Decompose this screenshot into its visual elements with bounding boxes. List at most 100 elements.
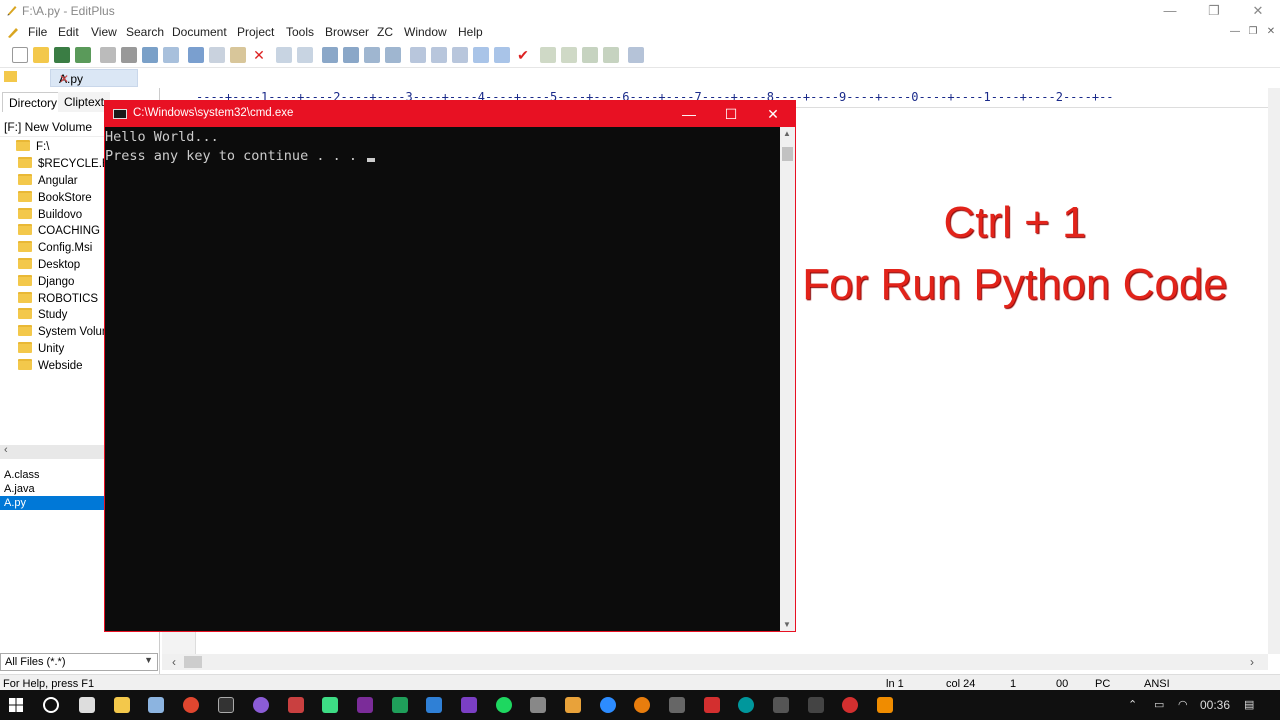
app-icon[interactable] [253,697,269,713]
mdi-minimize-icon[interactable]: — [1228,25,1242,39]
tree-folder[interactable]: Webside [18,359,83,375]
replace-icon[interactable] [343,47,359,63]
pycharm-icon[interactable] [392,697,408,713]
search-icon[interactable] [43,697,59,713]
output-window-icon[interactable] [561,47,577,63]
tree-folder[interactable]: Buildovo [18,208,82,224]
directory-scrollbar[interactable]: ‹ [0,444,104,459]
tree-folder[interactable]: Angular [18,174,78,190]
database-icon[interactable] [530,697,546,713]
scroll-thumb[interactable] [782,147,793,161]
windows-start-icon[interactable] [8,697,24,713]
tree-folder[interactable]: Study [18,308,67,324]
menu-help[interactable]: Help [458,25,483,39]
file-list-item[interactable]: A.class [0,468,104,482]
unity-icon[interactable] [669,697,685,713]
spotify-icon[interactable] [496,697,512,713]
word-wrap-icon[interactable] [452,47,468,63]
file-list-item[interactable]: A.java [0,482,104,496]
scroll-left-icon[interactable]: ‹ [172,655,176,669]
scroll-left-icon[interactable]: ‹ [4,444,8,456]
chevron-up-icon[interactable]: ⌃ [1128,698,1137,711]
battery-icon[interactable]: ▭ [1154,698,1164,711]
wifi-icon[interactable]: ◠ [1178,698,1188,711]
mail-icon[interactable] [79,697,95,713]
menu-document[interactable]: Document [172,25,227,39]
menu-search[interactable]: Search [126,25,164,39]
visual-studio-icon[interactable] [461,697,477,713]
cmd-minimize-button[interactable]: — [667,101,711,127]
file-list-item-selected[interactable]: A.py [0,496,104,510]
new-file-icon[interactable] [12,47,28,63]
clock[interactable]: 00:36 [1200,698,1230,712]
cmd-close-button[interactable]: ✕ [751,101,795,127]
copy-icon[interactable] [209,47,225,63]
paste-icon[interactable] [230,47,246,63]
cmd-maximize-button[interactable]: ☐ [709,101,753,127]
print-icon[interactable] [121,47,137,63]
undo-icon[interactable] [276,47,292,63]
tool-icon[interactable] [773,697,789,713]
cmd-scrollbar[interactable]: ▲ ▼ [780,127,795,631]
tab-a-py[interactable]: A.py ✕ [50,69,138,87]
mdi-close-icon[interactable]: ✕ [1264,25,1278,39]
tree-folder[interactable]: ROBOTICS [18,292,98,308]
browser-icon[interactable] [163,47,179,63]
cut-icon[interactable] [188,47,204,63]
tree-folder[interactable]: Desktop [18,258,80,274]
cmd-taskbar-icon[interactable] [218,697,234,713]
scroll-right-icon[interactable]: › [1250,655,1254,669]
fullscreen-icon[interactable] [603,47,619,63]
find-in-files-icon[interactable] [364,47,380,63]
editor-horizontal-scrollbar[interactable]: ‹ › [162,654,1268,670]
menu-project[interactable]: Project [237,25,274,39]
tree-root[interactable]: F:\ [16,140,49,156]
menu-browser[interactable]: Browser [325,25,369,39]
sublime-icon[interactable] [565,697,581,713]
tree-folder[interactable]: System Volume [18,325,118,341]
android-studio-icon[interactable] [322,697,338,713]
menu-zc[interactable]: ZC [377,25,393,39]
restore-button[interactable]: ❐ [1192,0,1236,22]
menu-file[interactable]: File [28,25,47,39]
file-explorer-icon[interactable] [114,697,130,713]
directory-window-icon[interactable] [540,47,556,63]
redo-icon[interactable] [297,47,313,63]
line-number-icon[interactable] [473,47,489,63]
hex-view-icon[interactable] [431,47,447,63]
tab-cliptext[interactable]: Cliptext [58,92,111,112]
scroll-up-icon[interactable]: ▲ [783,129,791,138]
teamviewer-icon[interactable] [600,697,616,713]
record-icon[interactable] [842,697,858,713]
tree-folder[interactable]: Unity [18,342,64,358]
ruler-icon[interactable] [494,47,510,63]
scroll-thumb[interactable] [184,656,202,668]
notepad-icon[interactable] [148,697,164,713]
editor-vertical-scrollbar[interactable] [1268,88,1280,654]
help-icon[interactable] [628,47,644,63]
cliptext-icon[interactable] [582,47,598,63]
goto-line-icon[interactable] [385,47,401,63]
tree-folder[interactable]: BookStore [18,191,92,207]
arduino-icon[interactable] [738,697,754,713]
mdi-restore-icon[interactable]: ❐ [1246,25,1260,39]
save-icon[interactable] [54,47,70,63]
vlc-icon[interactable] [877,697,893,713]
tree-folder[interactable]: Config.Msi [18,241,92,257]
file-filter-select[interactable]: All Files (*.*) ▼ [0,653,158,671]
media-icon[interactable] [808,697,824,713]
notification-icon[interactable]: ▤ [1244,698,1254,711]
tab-close-icon[interactable]: ✕ [59,72,69,86]
vscode-icon[interactable] [426,697,442,713]
editplus-taskbar-icon[interactable] [288,697,304,713]
menu-edit[interactable]: Edit [58,25,79,39]
tree-folder[interactable]: Django [18,275,74,291]
open-folder-icon[interactable] [33,47,49,63]
delete-icon[interactable]: ✕ [251,47,267,63]
tree-folder[interactable]: COACHING [18,224,100,240]
scroll-down-icon[interactable]: ▼ [783,620,791,629]
minimize-button[interactable]: — [1148,0,1192,22]
cmd-title-bar[interactable]: C:\Windows\system32\cmd.exe — ☐ ✕ [105,101,795,127]
menu-tools[interactable]: Tools [286,25,314,39]
tab-directory[interactable]: Directory [2,92,65,112]
